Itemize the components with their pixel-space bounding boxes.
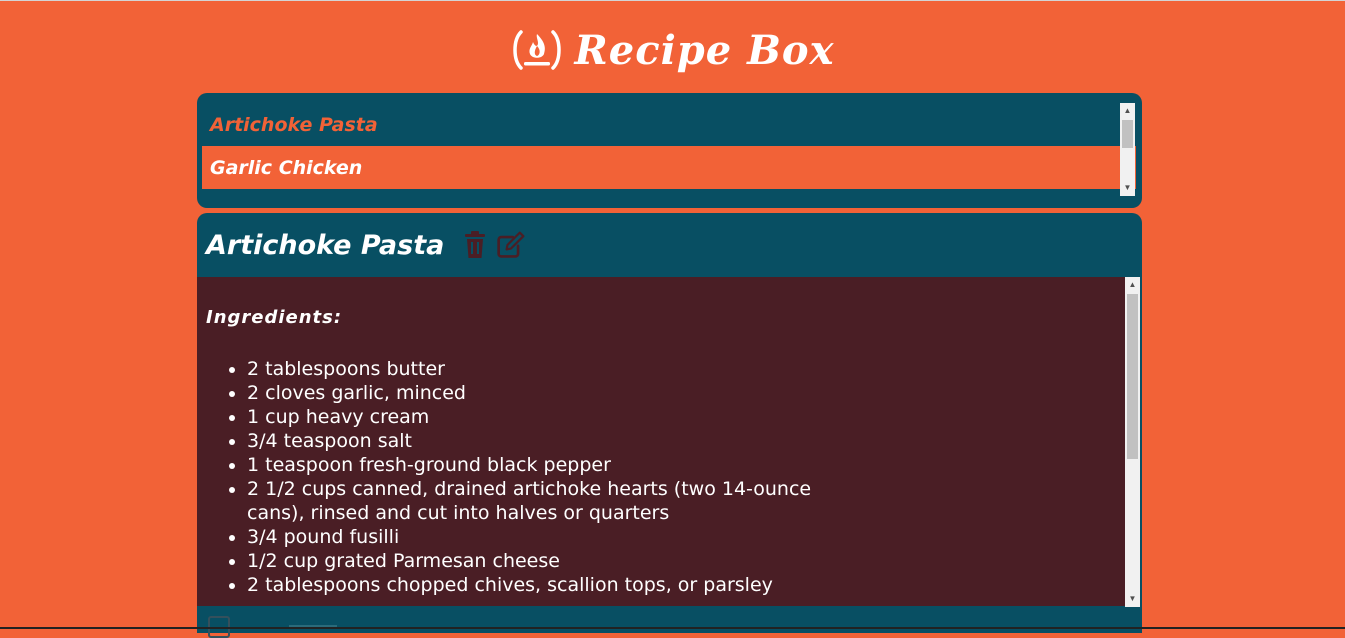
scroll-up-arrow-icon[interactable]: ▲ — [1120, 103, 1135, 119]
recipe-list-scrollbar[interactable]: ▲ ▼ — [1120, 103, 1135, 196]
ingredient-item: 2 1/2 cups canned, drained artichoke hea… — [247, 477, 867, 525]
ingredient-item: 3/4 teaspoon salt — [247, 429, 867, 453]
trash-icon[interactable] — [460, 230, 490, 260]
ingredients-heading: Ingredients: — [206, 307, 343, 328]
scroll-up-arrow-icon[interactable]: ▲ — [1125, 277, 1140, 293]
scroll-down-arrow-icon[interactable]: ▼ — [1120, 180, 1135, 196]
recipe-detail-header: Artichoke Pasta — [197, 213, 1142, 277]
recipe-content-scrollbar[interactable]: ▲ ▼ — [1125, 277, 1140, 607]
app-header: Recipe Box — [0, 22, 1345, 78]
scrollbar-thumb[interactable] — [1122, 120, 1133, 148]
ingredient-item: 1 cup heavy cream — [247, 405, 867, 429]
campfire-icon — [511, 28, 563, 72]
ingredient-item: 2 cloves garlic, minced — [247, 381, 867, 405]
app-title: Recipe Box — [574, 26, 835, 74]
ingredient-item: 2 tablespoons butter — [247, 357, 867, 381]
edit-icon[interactable] — [496, 230, 526, 260]
recipe-list-item-artichoke-pasta[interactable]: Artichoke Pasta — [202, 103, 1136, 146]
recipe-list: Artichoke Pasta Garlic Chicken — [202, 103, 1136, 189]
ingredient-item: 1/2 cup grated Parmesan cheese — [247, 549, 867, 573]
recipe-list-item-garlic-chicken[interactable]: Garlic Chicken — [202, 146, 1136, 189]
recipe-detail-panel: Artichoke Pasta Ingredients: 2 tablespoo… — [197, 213, 1142, 638]
ingredient-item: 1 teaspoon fresh-ground black pepper — [247, 453, 867, 477]
recipe-content: Ingredients: 2 tablespoons butter 2 clov… — [197, 277, 1125, 606]
scrollbar-thumb[interactable] — [1127, 294, 1138, 459]
ingredient-item: 2 tablespoons chopped chives, scallion t… — [247, 573, 867, 597]
recipe-list-panel: Artichoke Pasta Garlic Chicken — [197, 93, 1142, 208]
recipe-title: Artichoke Pasta — [206, 229, 445, 261]
ingredients-list: 2 tablespoons butter 2 cloves garlic, mi… — [217, 357, 867, 597]
scroll-down-arrow-icon[interactable]: ▼ — [1125, 591, 1140, 607]
page-top-border — [0, 0, 1345, 1]
ingredient-item: 3/4 pound fusilli — [247, 525, 867, 549]
